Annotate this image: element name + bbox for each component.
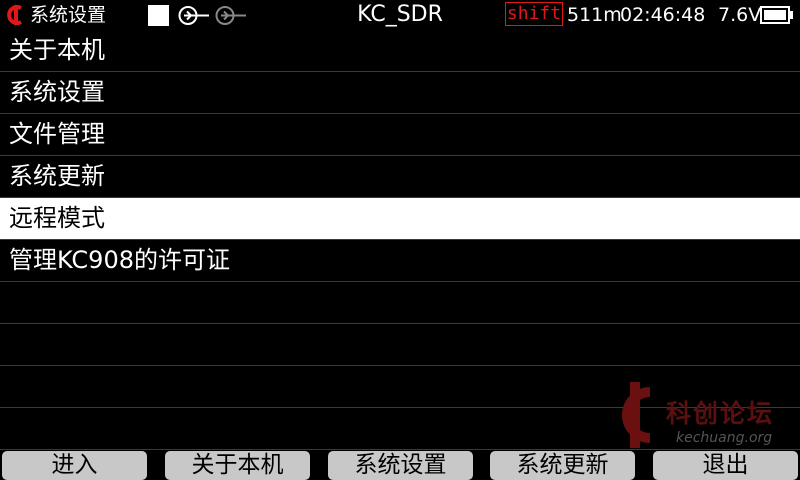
menu-empty-row xyxy=(0,282,800,324)
device-name: KC_SDR xyxy=(357,2,443,27)
status-bar: 系统设置 KC_SDR shift 511m 02:46:48 7.6V xyxy=(0,0,800,30)
menu-empty-row xyxy=(0,324,800,366)
softkey-system-update[interactable]: 系统更新 xyxy=(490,451,635,480)
menu-item-about[interactable]: 关于本机 xyxy=(0,30,800,72)
menu-item-system-settings[interactable]: 系统设置 xyxy=(0,72,800,114)
voltage-readout: 7.6V xyxy=(718,4,762,26)
softkey-exit[interactable]: 退出 xyxy=(653,451,798,480)
battery-icon xyxy=(760,6,793,24)
softkey-bar: 进入 关于本机 系统设置 系统更新 退出 xyxy=(0,450,800,480)
antenna-inactive-icon xyxy=(215,6,246,25)
menu-item-system-update[interactable]: 系统更新 xyxy=(0,156,800,198)
menu-item-license[interactable]: 管理KC908的许可证 xyxy=(0,240,800,282)
memory-readout: 511m xyxy=(567,4,622,26)
kc-logo-icon xyxy=(7,5,22,25)
softkey-enter[interactable]: 进入 xyxy=(2,451,147,480)
shift-indicator: shift xyxy=(505,2,563,26)
screen-title: 系统设置 xyxy=(30,4,107,26)
menu-item-remote-mode[interactable]: 远程模式 xyxy=(0,198,800,240)
antenna-active-icon xyxy=(178,6,209,25)
softkey-system-settings[interactable]: 系统设置 xyxy=(328,451,473,480)
watermark-url: kechuang.org xyxy=(676,430,773,446)
record-square-icon xyxy=(148,5,169,26)
softkey-about[interactable]: 关于本机 xyxy=(165,451,310,480)
menu-item-file-management[interactable]: 文件管理 xyxy=(0,114,800,156)
clock: 02:46:48 xyxy=(620,4,706,26)
watermark-text: 科创论坛 xyxy=(666,399,775,428)
